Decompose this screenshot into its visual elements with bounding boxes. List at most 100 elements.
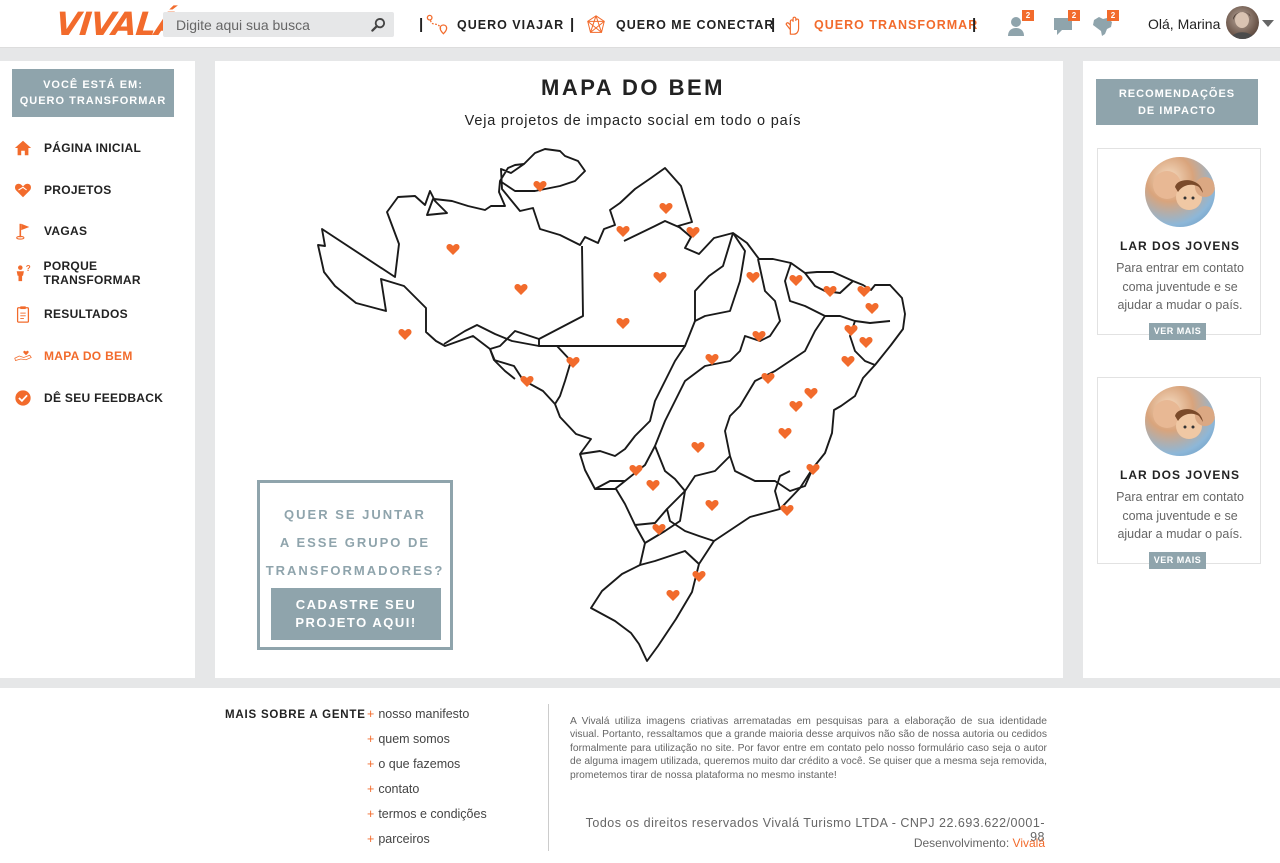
left-sidebar: VOCÊ ESTÁ EM: QUERO TRANSFORMAR PÁGINA I… [0, 61, 195, 678]
footer-link[interactable]: + quem somos [367, 732, 450, 746]
footer-link[interactable]: + contato [367, 782, 419, 796]
nav-quero-transformar[interactable]: QUERO TRANSFORMAR [783, 13, 978, 37]
recommendations-title-line: RECOMENDAÇÕES [1118, 88, 1236, 100]
sidebar-item-resultados[interactable]: RESULTADOS [12, 303, 128, 325]
recommendation-name: LAR DOS JOVENS [1119, 239, 1241, 253]
sidebar-item-label: RESULTADOS [44, 307, 128, 321]
cta-question-line: TRANSFORMADORES? [265, 563, 445, 578]
chevron-down-icon[interactable] [1262, 20, 1274, 27]
project-heart-icon[interactable] [804, 388, 818, 399]
recommendations-title-line: DE IMPACTO [1137, 105, 1217, 117]
sidebar-item-porque-transformar[interactable]: ? PORQUE TRANSFORMAR [12, 259, 195, 287]
search-box[interactable] [163, 12, 394, 37]
notifications-users[interactable]: 2 [1006, 10, 1034, 38]
footer-link[interactable]: + o que fazemos [367, 757, 460, 771]
project-heart-icon[interactable] [616, 318, 630, 329]
recommendation-card[interactable]: LAR DOS JOVENS Para entrar em contato co… [1097, 377, 1261, 569]
sidebar-item-vagas[interactable]: VAGAS [12, 220, 87, 242]
plus-icon: + [367, 782, 375, 796]
sidebar-item-feedback[interactable]: DÊ SEU FEEDBACK [12, 387, 163, 409]
cta-question: QUER SE JUNTAR A ESSE GRUPO DE TRANSFORM… [260, 501, 450, 585]
recommendation-name: LAR DOS JOVENS [1119, 468, 1241, 482]
project-heart-icon[interactable] [857, 286, 871, 297]
nav-separator: | [771, 16, 776, 33]
recommendation-image [1145, 157, 1215, 227]
recommendation-card[interactable]: LAR DOS JOVENS Para entrar em contato co… [1097, 148, 1261, 340]
sidebar-item-label: PÁGINA INICIAL [44, 141, 142, 155]
footer-link[interactable]: + nosso manifesto [367, 707, 469, 721]
project-heart-icon[interactable] [823, 286, 837, 297]
location-value: QUERO TRANSFORMAR [19, 95, 167, 107]
project-heart-icon[interactable] [652, 524, 666, 535]
heart-hands-icon [15, 183, 31, 198]
nav-quero-me-conectar[interactable]: QUERO ME CONECTAR [585, 13, 774, 37]
project-heart-icon[interactable] [746, 272, 760, 283]
nav-quero-viajar[interactable]: QUERO VIAJAR [426, 13, 564, 37]
join-cta-box: QUER SE JUNTAR A ESSE GRUPO DE TRANSFORM… [257, 480, 453, 650]
project-heart-icon[interactable] [752, 331, 766, 342]
project-heart-icon[interactable] [789, 275, 803, 286]
nav-label: QUERO VIAJAR [457, 18, 565, 32]
button-label-line: PROJETO AQUI! [295, 615, 417, 630]
children-photo [1153, 171, 1215, 210]
project-heart-icon[interactable] [789, 401, 803, 412]
image-disclaimer: A Vivalá utiliza imagens criativas arrem… [570, 716, 1047, 781]
project-heart-icon[interactable] [859, 337, 873, 348]
recommendation-image [1145, 386, 1215, 456]
user-greeting: Olá, Marina [1148, 16, 1221, 32]
sidebar-item-mapa-do-bem[interactable]: MAPA DO BEM [12, 345, 133, 367]
project-heart-icon[interactable] [780, 505, 794, 516]
network-icon [587, 15, 605, 33]
project-heart-icon[interactable] [865, 303, 879, 314]
cta-question-line: QUER SE JUNTAR [284, 507, 426, 522]
map-heart-icon [14, 350, 32, 361]
notifications-map[interactable]: 2 [1091, 10, 1119, 38]
project-heart-icon[interactable] [653, 272, 667, 283]
plus-icon: + [367, 732, 375, 746]
cta-question-line: A ESSE GRUPO DE [279, 535, 431, 550]
main-panel: MAPA DO BEM Veja projetos de impacto soc… [215, 61, 1063, 678]
project-heart-icon[interactable] [666, 590, 680, 601]
recommendation-description: Para entrar em contato coma juventude e … [1116, 490, 1244, 541]
home-icon [14, 140, 32, 156]
see-more-button[interactable]: VER MAIS [1149, 323, 1206, 340]
recommendations-title: RECOMENDAÇÕES DE IMPACTO [1096, 79, 1258, 125]
footer-link-label: termos e condições [378, 807, 487, 821]
search-icon[interactable] [371, 17, 386, 32]
notifications-messages[interactable]: 2 [1052, 10, 1080, 38]
register-project-button[interactable]: CADASTRE SEU PROJETO AQUI! [271, 588, 441, 640]
footer-link-label: nosso manifesto [378, 707, 470, 721]
clipboard-icon [16, 306, 30, 323]
footer: MAIS SOBRE A GENTE + nosso manifesto + que… [0, 688, 1280, 863]
see-more-button[interactable]: VER MAIS [1149, 552, 1206, 569]
sidebar-item-pagina-inicial[interactable]: PÁGINA INICIAL [12, 137, 141, 159]
top-header: VIVALÁ | QUERO VIAJAR | QUERO ME CONECTA… [0, 0, 1280, 48]
avatar[interactable] [1226, 6, 1259, 39]
search-input[interactable] [163, 12, 363, 37]
project-heart-icon[interactable] [514, 284, 528, 295]
project-heart-icon[interactable] [629, 465, 643, 476]
nav-label: QUERO TRANSFORMAR [814, 18, 979, 32]
project-heart-icon[interactable] [398, 329, 412, 340]
footer-link[interactable]: + termos e condições [367, 807, 487, 821]
project-heart-icon[interactable] [616, 226, 630, 237]
sidebar-item-label: MAPA DO BEM [44, 349, 133, 363]
notification-badge: 2 [1068, 10, 1080, 21]
project-heart-icon[interactable] [778, 428, 792, 439]
project-heart-icon[interactable] [659, 203, 673, 214]
developer-link[interactable]: Vivalá [1013, 836, 1045, 850]
footer-link[interactable]: + parceiros [367, 832, 430, 846]
footer-link-label: o que fazemos [378, 757, 461, 771]
sidebar-item-label: PROJETOS [44, 183, 112, 197]
project-heart-icon[interactable] [844, 325, 858, 336]
project-heart-icon[interactable] [686, 227, 700, 238]
avatar-photo [1231, 12, 1254, 39]
svg-text:?: ? [25, 264, 30, 273]
project-heart-icon[interactable] [841, 356, 855, 367]
project-heart-icon[interactable] [691, 442, 705, 453]
project-heart-icon[interactable] [446, 244, 460, 255]
sidebar-item-label: DÊ SEU FEEDBACK [44, 391, 164, 405]
sidebar-item-projetos[interactable]: PROJETOS [12, 179, 112, 201]
project-heart-icon[interactable] [646, 480, 660, 491]
project-heart-icon[interactable] [705, 500, 719, 511]
